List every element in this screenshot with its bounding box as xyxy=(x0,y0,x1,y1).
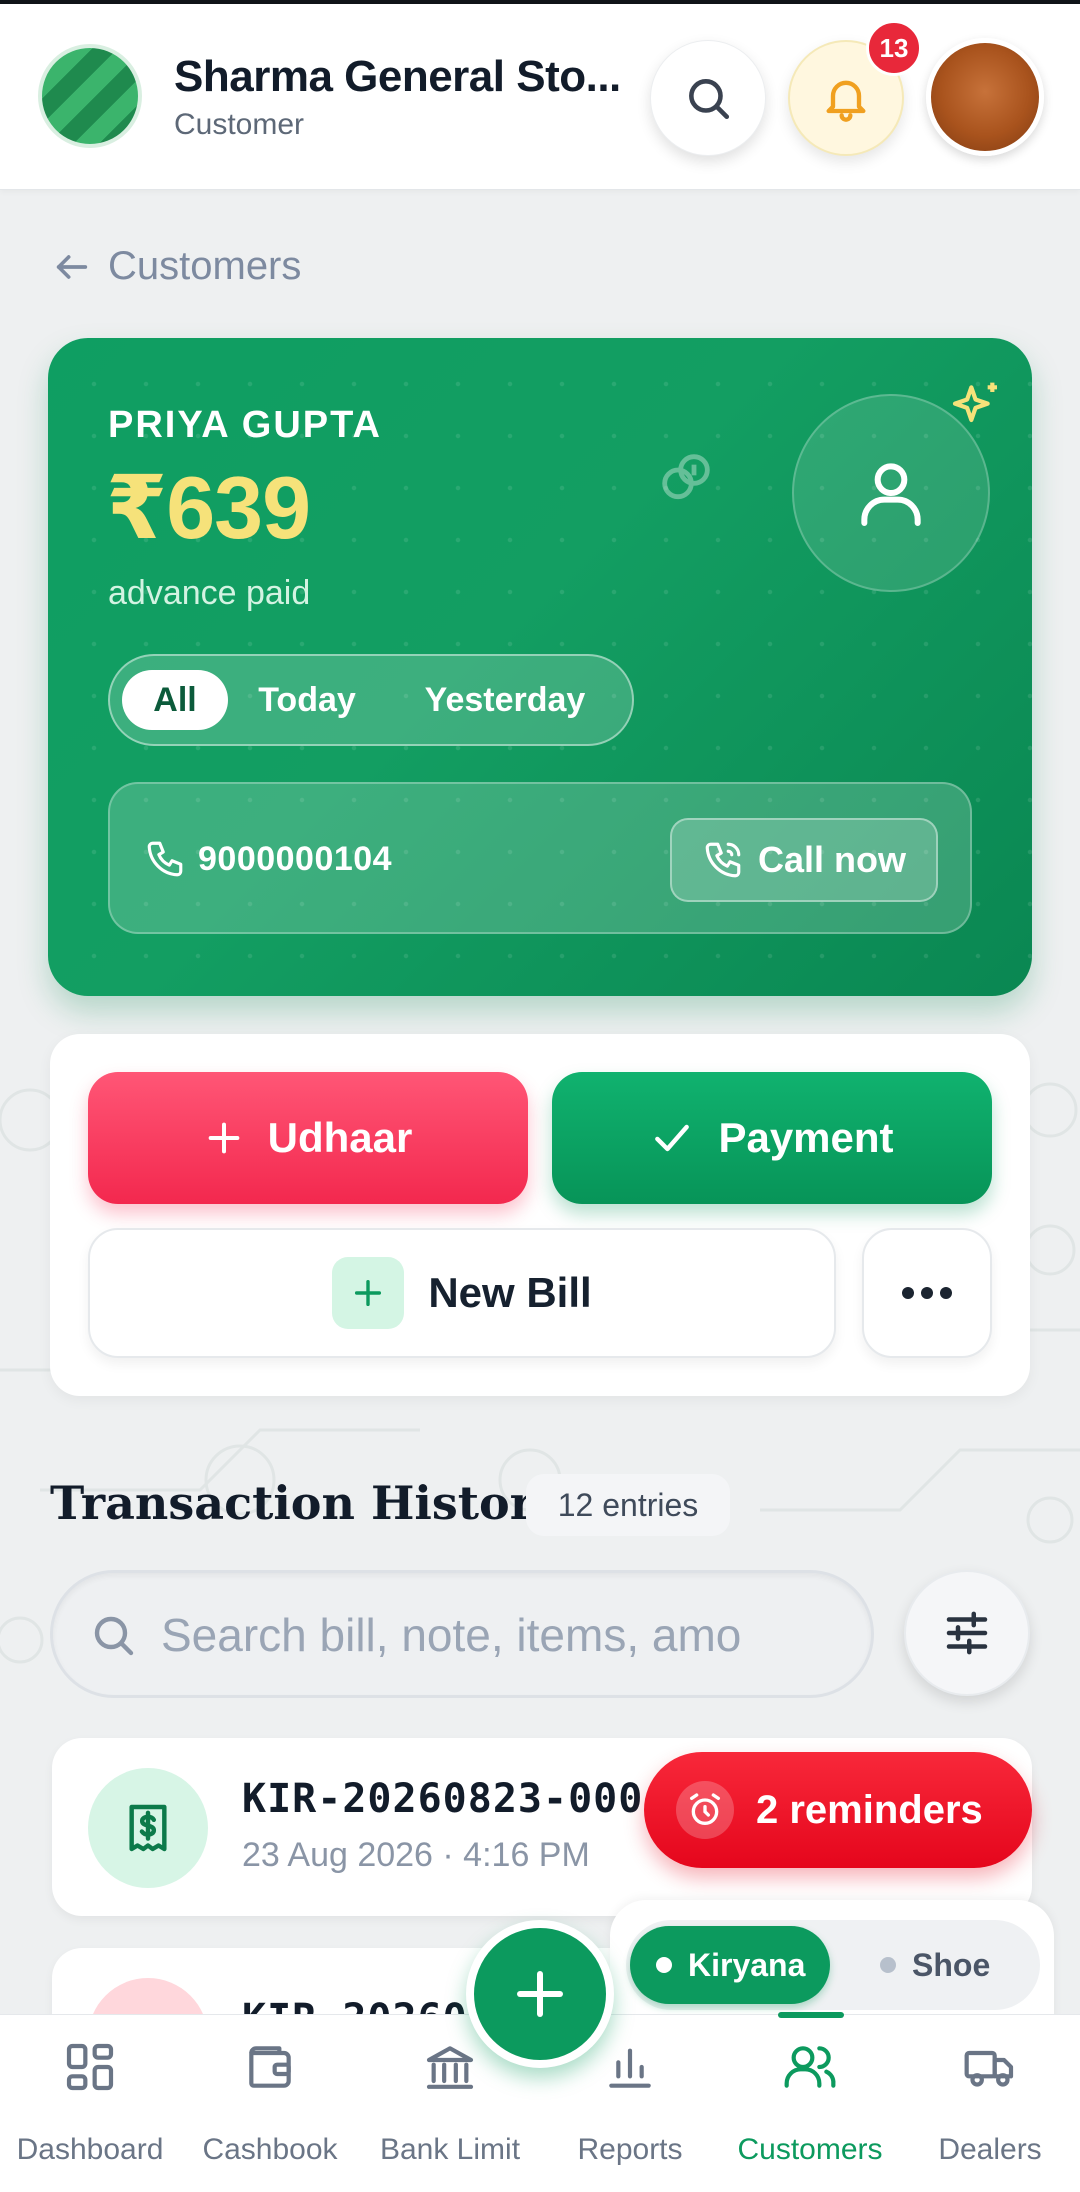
entries-count-badge: 12 entries xyxy=(526,1474,730,1536)
transaction-history-title: Transaction History xyxy=(50,1476,561,1530)
alarm-icon-chip xyxy=(676,1781,734,1839)
phone-number: 9000000104 xyxy=(198,840,393,878)
nav-label: Cashbook xyxy=(202,2133,338,2166)
more-options-button[interactable] xyxy=(862,1228,992,1358)
truck-icon xyxy=(964,2050,1014,2087)
udhaar-label: Udhaar xyxy=(267,1114,413,1161)
payment-button[interactable]: Payment xyxy=(552,1072,992,1204)
bank-icon xyxy=(426,2046,474,2089)
customer-avatar xyxy=(792,394,990,592)
check-icon xyxy=(655,1124,690,1152)
nav-customers[interactable]: Customers xyxy=(720,2015,900,2192)
arrow-left-icon xyxy=(56,254,88,279)
shop-tab-shoe[interactable]: Shoe xyxy=(854,1926,1034,2004)
reminders-label: 2 reminders xyxy=(756,1787,983,1832)
transaction-search xyxy=(50,1570,874,1698)
new-bill-label: New Bill xyxy=(428,1269,592,1316)
transaction-id: KIR-20260823-000 xyxy=(242,1776,644,1822)
store-name[interactable]: Sharma General Sto... xyxy=(174,52,634,102)
nav-dashboard[interactable]: Dashboard xyxy=(0,2015,180,2192)
nav-label: Bank Limit xyxy=(379,2133,521,2166)
transaction-search-input[interactable] xyxy=(161,1597,821,1673)
notification-badge: 13 xyxy=(866,20,922,76)
filter-settings-button[interactable] xyxy=(904,1570,1030,1696)
search-icon xyxy=(689,79,730,120)
store-logo[interactable] xyxy=(38,44,142,148)
customer-name: PRIYA GUPTA xyxy=(108,404,382,446)
user-avatar[interactable] xyxy=(926,38,1044,156)
coins-icon xyxy=(662,454,710,500)
customer-balance: ₹639 xyxy=(106,458,311,557)
receipt-icon xyxy=(129,1804,167,1852)
shop-switcher-pill: Kiryana Shoe xyxy=(626,1920,1040,2010)
new-bill-icon-chip xyxy=(332,1257,405,1329)
users-icon xyxy=(784,2046,836,2088)
nav-label: Dashboard xyxy=(16,2133,164,2166)
nav-label: Dealers xyxy=(938,2133,1042,2166)
nav-label: Customers xyxy=(737,2133,883,2166)
plus-icon xyxy=(355,1279,382,1307)
add-fab-button[interactable] xyxy=(466,1920,614,2068)
bell-icon xyxy=(826,80,866,122)
active-nav-indicator xyxy=(778,2012,844,2018)
phone-section: 9000000104 Call now xyxy=(108,782,972,934)
action-panel: Udhaar Payment New Bill xyxy=(50,1034,1030,1396)
nav-dealers[interactable]: Dealers xyxy=(900,2015,1080,2192)
search-button[interactable] xyxy=(650,40,766,156)
user-icon xyxy=(861,463,921,526)
filter-all[interactable]: All xyxy=(122,670,228,730)
search-icon xyxy=(94,1616,134,1656)
new-bill-button[interactable]: New Bill xyxy=(88,1228,836,1358)
alarm-clock-icon xyxy=(690,1793,720,1825)
back-to-customers-link[interactable]: Customers xyxy=(52,244,301,289)
reminders-button[interactable]: 2 reminders xyxy=(644,1752,1032,1868)
shop-label-kiryana: Kiryana xyxy=(688,1946,806,1983)
call-now-button[interactable]: Call now xyxy=(670,818,938,902)
customer-summary-card: PRIYA GUPTA ₹639 advance paid All Today … xyxy=(48,338,1032,996)
store-role: Customer xyxy=(174,108,305,141)
filter-yesterday[interactable]: Yesterday xyxy=(390,670,620,730)
phone-call-icon xyxy=(705,842,741,878)
back-label: Customers xyxy=(108,244,302,288)
plus-icon xyxy=(208,1122,239,1154)
transaction-date: 23 Aug 2026 · 4:16 PM xyxy=(242,1836,590,1874)
nav-label: Reports xyxy=(577,2133,683,2166)
app-header: Sharma General Sto... Customer xyxy=(0,4,1080,190)
active-dot xyxy=(656,1957,672,1973)
plus-icon xyxy=(517,1971,563,2017)
date-filter: All Today Yesterday xyxy=(108,654,634,746)
shop-tab-kiryana[interactable]: Kiryana xyxy=(630,1926,830,2004)
more-horizontal-icon xyxy=(902,1287,952,1299)
payment-label: Payment xyxy=(718,1114,894,1161)
udhaar-button[interactable]: Udhaar xyxy=(88,1072,528,1204)
balance-status: advance paid xyxy=(108,574,311,612)
phone-icon xyxy=(147,841,183,877)
nav-cashbook[interactable]: Cashbook xyxy=(180,2015,360,2192)
inactive-dot xyxy=(880,1957,896,1973)
wallet-icon xyxy=(249,2046,291,2088)
receipt-icon-chip xyxy=(88,1768,208,1888)
sliders-icon xyxy=(946,1611,988,1655)
shop-switcher: Kiryana Shoe xyxy=(610,1900,1054,2024)
dashboard-icon xyxy=(66,2043,114,2091)
shop-label-shoe: Shoe xyxy=(912,1946,991,1983)
filter-today[interactable]: Today xyxy=(242,670,372,730)
bar-chart-icon xyxy=(609,2048,651,2088)
call-now-label: Call now xyxy=(757,839,906,880)
